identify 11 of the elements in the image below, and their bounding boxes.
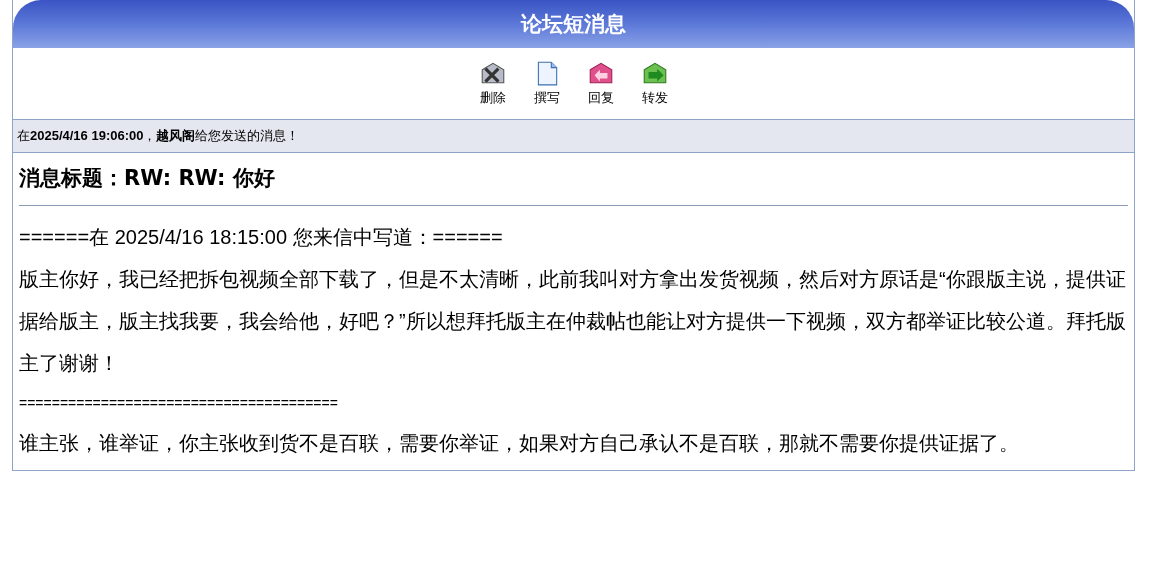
message-paragraph: 谁主张，谁举证，你主张收到货不是百联，需要你举证，如果对方自己承认不是百联，那就不需要你提供证据了。 (19, 430, 1020, 456)
header-title: 论坛短消息 (521, 11, 626, 38)
message-paragraph: 版主你好，我已经把拆包视频全部下载了，但是不太清晰，此前我叫对方拿出发货视频，然后对方原话是“你跟版主说，提供证据给版主，版主找我要，我会给他，好吧？”所以想拜托版主在仲裁帖也能让对方提供一下视频，双方都举证比较公道。拜托版主了谢谢！ (19, 266, 1127, 376)
compose-button[interactable]: 撰写 (532, 59, 561, 108)
reply-button[interactable]: 回复 (586, 59, 615, 108)
delete-button[interactable]: 删除 (478, 59, 507, 108)
sender-info: 在2025/4/16 19:06:00，越风阁给您发送的消息！ (17, 127, 300, 146)
separator-line: ======================================= (19, 393, 339, 413)
quote-header: ======在 2025/4/16 18:15:00 您来信中写道：====== (19, 224, 504, 250)
message-subject: 消息标题：RW: RW: 你好 (19, 165, 276, 192)
forward-button[interactable]: 转发 (640, 59, 669, 108)
